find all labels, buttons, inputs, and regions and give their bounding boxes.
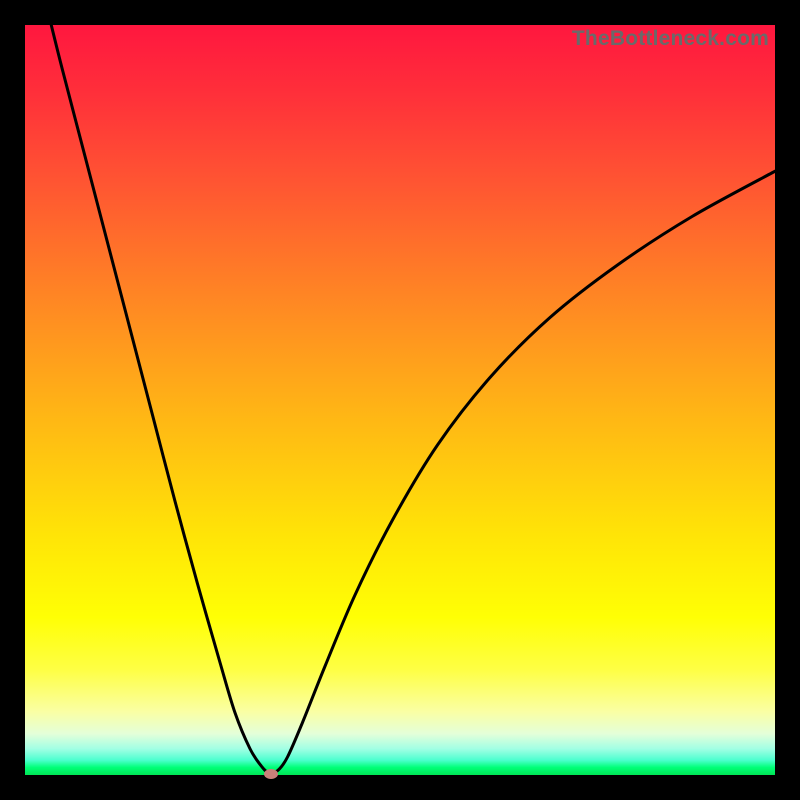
optimal-point-marker [264,769,278,779]
bottleneck-curve [25,25,775,775]
chart-plot-area: TheBottleneck.com [25,25,775,775]
chart-frame: TheBottleneck.com [0,0,800,800]
attribution-text: TheBottleneck.com [572,27,769,51]
